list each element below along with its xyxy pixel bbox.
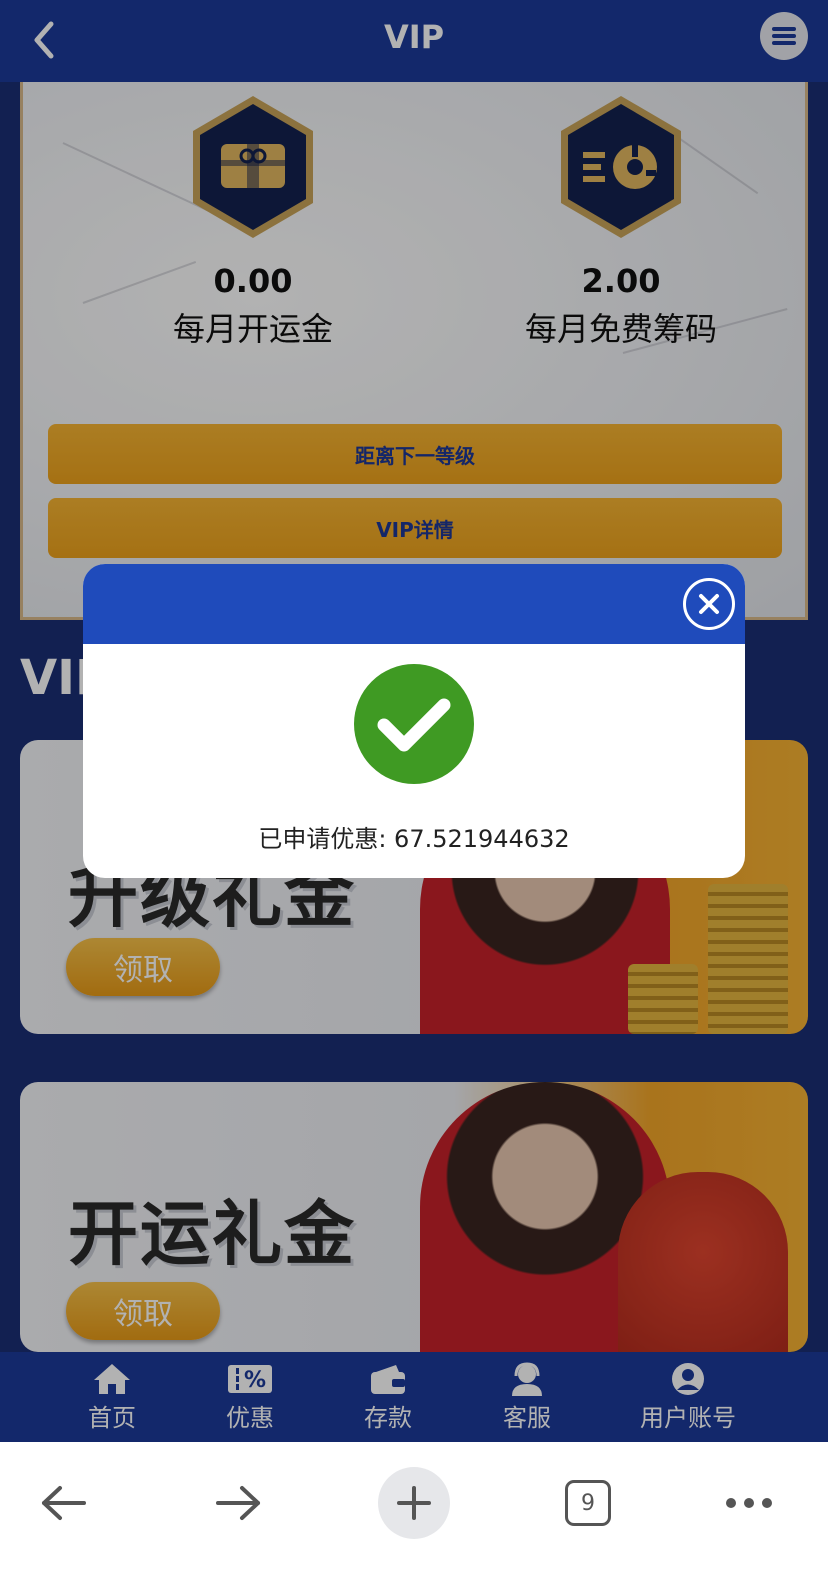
new-tab-button[interactable] <box>378 1467 450 1539</box>
more-button[interactable] <box>724 1468 774 1538</box>
plus-icon <box>397 1486 431 1520</box>
browser-back-button[interactable] <box>38 1468 90 1538</box>
dialog-header <box>83 564 745 644</box>
close-button[interactable] <box>683 578 735 630</box>
arrow-left-icon <box>42 1486 86 1520</box>
check-circle-icon <box>354 664 474 784</box>
close-x-icon <box>699 594 719 614</box>
dialog-message: 已申请优惠: 67.521944632 <box>258 825 570 853</box>
success-dialog: 已申请优惠: 67.521944632 <box>83 564 745 878</box>
tab-count: 9 <box>565 1480 611 1526</box>
more-dots-icon <box>726 1498 772 1508</box>
browser-forward-button[interactable] <box>212 1468 264 1538</box>
browser-toolbar: 9 <box>0 1442 828 1596</box>
tabs-button[interactable]: 9 <box>563 1468 613 1538</box>
arrow-right-icon <box>216 1486 260 1520</box>
